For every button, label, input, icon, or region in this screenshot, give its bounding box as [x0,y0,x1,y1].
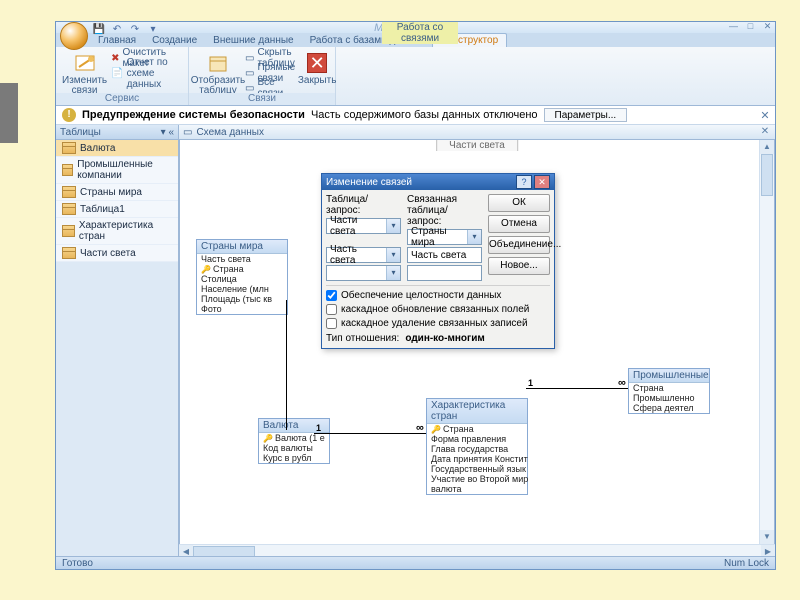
dialog-titlebar[interactable]: Изменение связей ? ✕ [322,174,554,190]
ok-button[interactable]: ОК [488,194,550,212]
minimize-button[interactable]: — [728,22,739,31]
relation-one-label: 1 [528,378,533,388]
save-icon[interactable]: 💾 [92,22,106,36]
cancel-button[interactable]: Отмена [488,215,550,233]
table-icon [62,186,76,198]
relation-line [286,300,287,430]
table-icon [62,247,76,259]
close-relations-button[interactable]: ✕ Закрыть [299,49,335,86]
chevron-down-icon: ▾ [467,230,481,244]
combo-left-field[interactable]: Часть света▾ [326,247,401,263]
nav-item-continents[interactable]: Части света [56,245,178,262]
new-button[interactable]: Новое... [488,257,550,275]
show-table-button[interactable]: Отобразить таблицу [195,49,241,96]
tab-external[interactable]: Внешние данные [205,34,301,47]
ribbon-group-service: Сервис [56,93,188,105]
edit-relationships-dialog: Изменение связей ? ✕ Таблица/запрос: Час… [321,173,555,349]
combo-left-field-2[interactable]: ▾ [326,265,401,281]
scroll-thumb[interactable] [761,154,773,196]
relation-type-value: один-ко-многим [405,333,484,344]
redo-icon[interactable]: ↷ [128,22,142,36]
relation-line [314,433,426,434]
nav-item-companies[interactable]: Промышленные компании [56,157,178,184]
close-button[interactable]: ✕ [762,22,773,31]
status-bar: Готово Num Lock [56,556,775,569]
close-icon: ✕ [305,51,329,75]
office-button[interactable] [60,22,88,50]
chevron-down-icon: ▾ [386,219,400,233]
table-icon [62,142,76,154]
warning-icon: ! [62,108,76,122]
app-window: 💾 ↶ ↷ ▾ Microsoft Access Работа со связя… [55,21,776,570]
warning-close-button[interactable]: ✕ [759,109,771,121]
relation-report-button[interactable]: 📄Отчет по схеме данных [111,66,182,80]
undo-icon[interactable]: ↶ [110,22,124,36]
warning-options-button[interactable]: Параметры... [544,108,628,122]
warning-title: Предупреждение системы безопасности [82,109,305,121]
diagram-table-industrial[interactable]: Промышленные Страна Промышленно Сфера де… [628,368,710,414]
ribbon: Изменить связи ✖Очистить макет 📄Отчет по… [56,47,775,106]
dialog-help-button[interactable]: ? [516,175,532,189]
dialog-close-button[interactable]: ✕ [534,175,550,189]
maximize-button[interactable]: □ [745,22,756,31]
nav-item-currency[interactable]: Валюта [56,140,178,157]
edit-relations-icon [73,51,97,75]
checkbox-cascade-update[interactable]: каскадное обновление связанных полей [326,304,550,315]
ribbon-group-relations: Связи [189,93,335,105]
scroll-up-arrow[interactable]: ▲ [760,140,774,154]
edit-relations-button[interactable]: Изменить связи [62,49,107,96]
relationships-icon: ▭ [183,127,192,138]
combo-right-field-2[interactable] [407,265,482,281]
combo-right-field[interactable]: Часть света [407,247,482,263]
nav-item-countries[interactable]: Страны мира [56,184,178,201]
relation-many-label: ∞ [618,380,626,387]
table-icon [62,164,73,176]
relation-many-label: ∞ [416,425,424,432]
combo-right-table[interactable]: Страны мира▾ [407,229,482,245]
canvas-titlebar: ▭ Схема данных ✕ [179,125,775,140]
navigation-pane: Таблицы ▾ « Валюта Промышленные компании… [56,125,179,559]
checkbox-integrity[interactable]: Обеспечение целостности данных [326,290,550,301]
security-warning-bar: ! Предупреждение системы безопасности Ча… [56,106,775,125]
label-relation-type: Тип отношения: [326,333,399,344]
status-left: Готово [62,558,93,569]
canvas-close-button[interactable]: ✕ [759,126,771,138]
navigation-header[interactable]: Таблицы ▾ « [56,125,178,140]
chevron-down-icon: ▾ [386,266,400,280]
status-numlock: Num Lock [724,558,769,569]
diagram-table-characteristics[interactable]: Характеристика стран Страна Форма правле… [426,398,528,495]
ghost-table-tab: Части света [436,139,518,151]
warning-text: Часть содержимого базы данных отключено [311,109,538,121]
titlebar: 💾 ↶ ↷ ▾ Microsoft Access Работа со связя… [56,22,775,33]
combo-left-table[interactable]: Части света▾ [326,218,401,234]
table-icon [62,203,76,215]
context-tab-group: Работа со связями [382,22,458,44]
show-table-icon [206,51,230,75]
decorative-accent [0,83,18,143]
qat-dropdown-icon[interactable]: ▾ [146,22,160,36]
table-icon [62,225,75,237]
vertical-scrollbar[interactable]: ▲ ▼ [759,140,774,544]
canvas-title: Схема данных [196,127,264,138]
checkbox-cascade-delete[interactable]: каскадное удаление связанных записей [326,318,550,329]
label-table: Таблица/запрос: [326,194,401,216]
chevron-down-icon: ▾ [386,248,400,262]
nav-item-characteristics[interactable]: Характеристика стран [56,218,178,245]
scroll-down-arrow[interactable]: ▼ [760,530,774,544]
relation-one-label: 1 [316,423,321,433]
join-button[interactable]: Объединение... [488,236,550,254]
diagram-table-countries[interactable]: Страны мира Часть света Страна Столица Н… [196,239,288,315]
label-related-table: Связанная таблица/запрос: [407,194,482,227]
chevron-down-icon: ▾ « [161,127,174,138]
nav-item-table1[interactable]: Таблица1 [56,201,178,218]
relation-line [526,388,628,389]
